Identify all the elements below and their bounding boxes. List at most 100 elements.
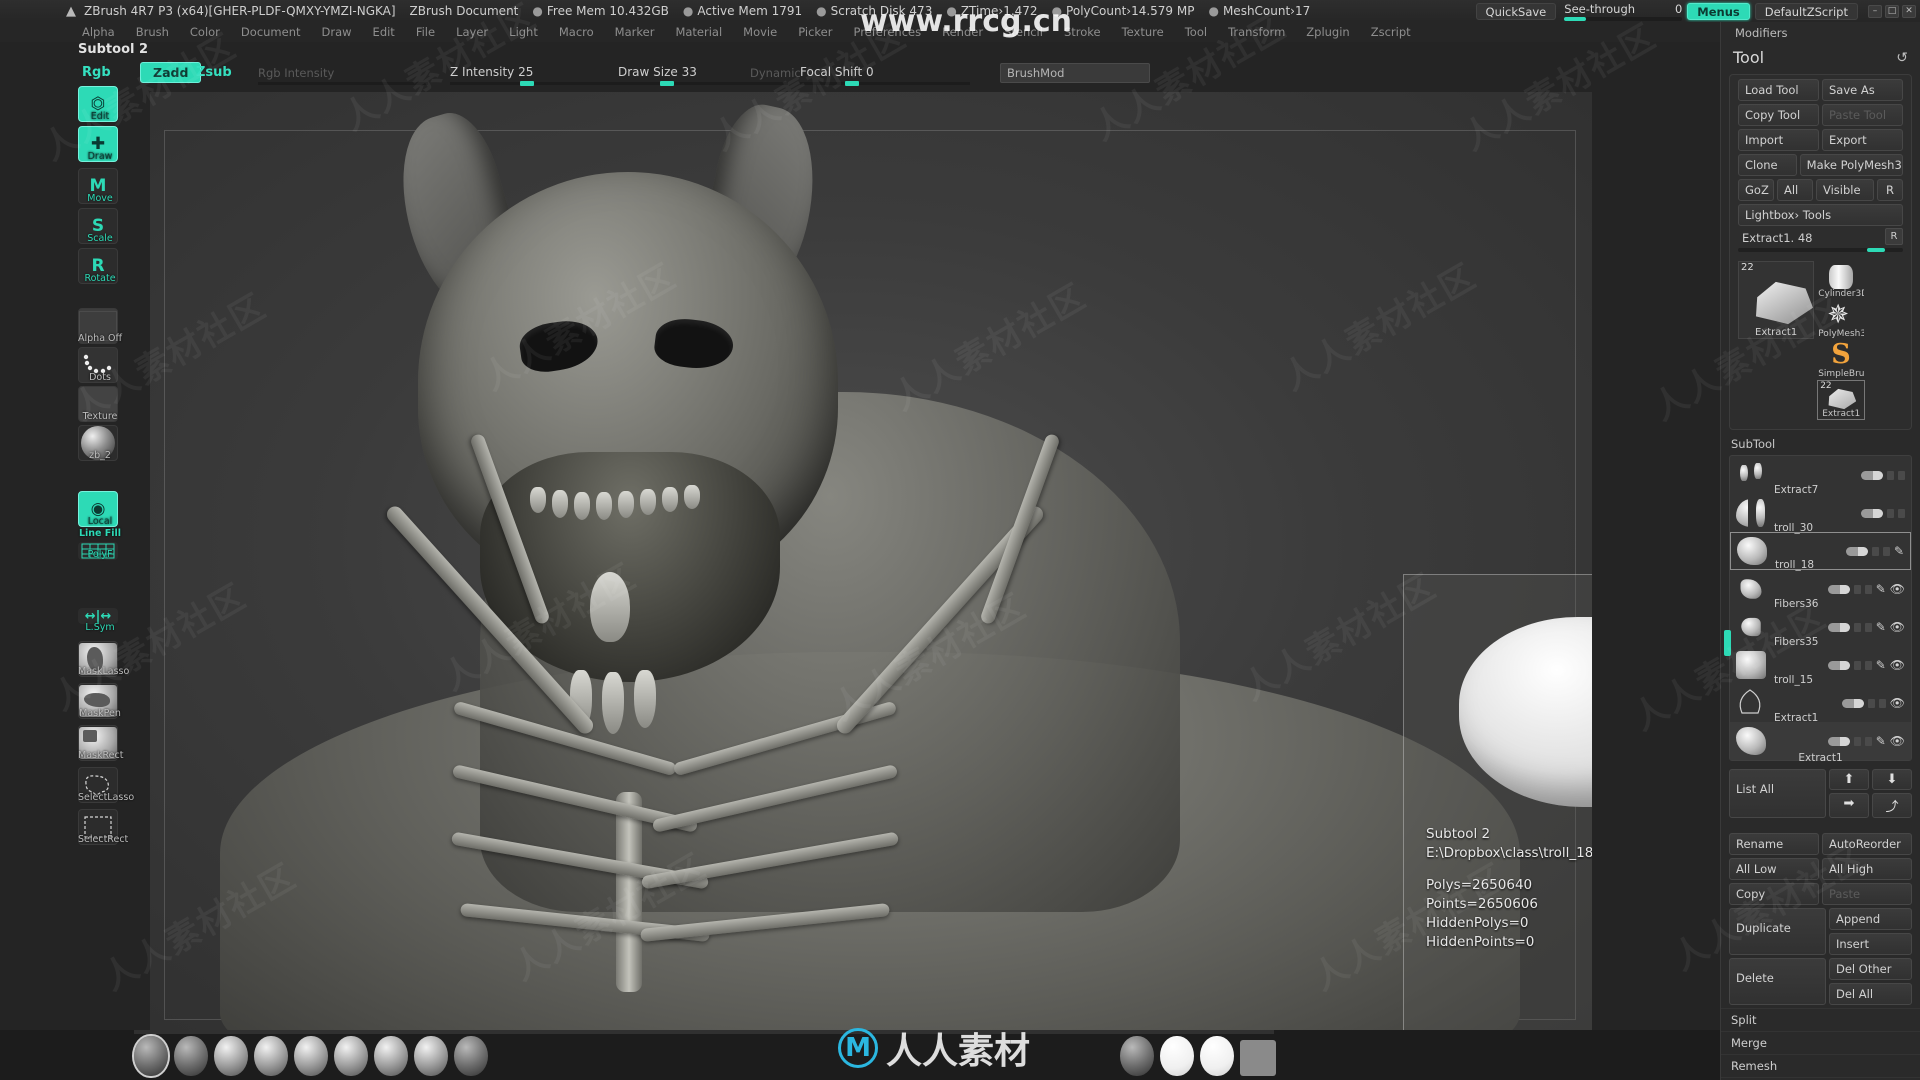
tool-thumb-extract1[interactable]: 22 Extract1: [1817, 380, 1866, 420]
zsub-toggle[interactable]: Zsub: [196, 65, 232, 80]
menu-item-file[interactable]: File: [416, 25, 435, 39]
tool-thumb-polymesh3d[interactable]: ✵ PolyMesh3: [1818, 301, 1864, 339]
material-swatch-row[interactable]: [132, 1034, 1276, 1078]
tool-selectrect[interactable]: SelectRect: [78, 809, 128, 845]
maximize-button[interactable]: □: [1885, 4, 1899, 18]
subtool-row-fibers35[interactable]: ✎ 👁 Fibers35: [1730, 608, 1911, 648]
menu-item-document[interactable]: Document: [241, 25, 301, 39]
subtool-flag[interactable]: [1864, 622, 1872, 632]
menu-item-render[interactable]: Render: [942, 25, 983, 39]
material-swatch[interactable]: [454, 1036, 488, 1076]
brushmod-field[interactable]: BrushMod: [1000, 63, 1150, 83]
menu-item-material[interactable]: Material: [675, 25, 722, 39]
subtool-row-extract7[interactable]: Extract7: [1730, 456, 1911, 496]
extract-r-button[interactable]: R: [1885, 228, 1903, 245]
subtool-order-controls[interactable]: List All ⬆ ⬇ ➡ ⤴: [1721, 763, 1920, 821]
tool-edit[interactable]: ⏣ Edit: [78, 86, 122, 122]
paint-brush-icon[interactable]: ✎: [1894, 544, 1904, 558]
clone-button[interactable]: Clone: [1738, 154, 1797, 176]
all-button[interactable]: All: [1777, 179, 1813, 201]
material-swatch[interactable]: [1120, 1036, 1154, 1076]
list-all-button[interactable]: List All: [1729, 769, 1826, 818]
subtool-flag[interactable]: [1864, 584, 1872, 594]
tool-stroke[interactable]: Dots: [78, 347, 122, 383]
focal-shift-knob[interactable]: [845, 81, 859, 86]
left-toolbar[interactable]: ⏣ Edit ✚ Draw M Move S Scale R Rotate Al…: [78, 86, 134, 1046]
move-right-button[interactable]: ➡: [1829, 793, 1869, 818]
save-as-button[interactable]: Save As: [1822, 79, 1903, 101]
menu-item-stroke[interactable]: Stroke: [1064, 25, 1101, 39]
visibility-toggle[interactable]: [1827, 584, 1850, 594]
menu-item-alpha[interactable]: Alpha: [82, 25, 115, 39]
menu-item-transform[interactable]: Transform: [1228, 25, 1285, 39]
material-swatch[interactable]: [254, 1036, 288, 1076]
focal-shift-slider-label[interactable]: Focal Shift 0: [800, 65, 874, 79]
z-intensity-slider-label[interactable]: Z Intensity 25: [450, 65, 533, 79]
export-button[interactable]: Export: [1822, 129, 1903, 151]
default-zscript-button[interactable]: DefaultZScript: [1754, 2, 1858, 20]
delete-button[interactable]: Delete: [1729, 958, 1826, 1005]
subtool-flag[interactable]: [1853, 584, 1861, 594]
draw-size-knob[interactable]: [660, 81, 674, 86]
subtool-flag[interactable]: [1887, 470, 1894, 480]
close-button[interactable]: ✕: [1902, 4, 1916, 18]
paint-brush-icon[interactable]: ✎: [1876, 734, 1886, 748]
tool-thumb-simplebrush[interactable]: S SimpleBru: [1818, 341, 1864, 379]
menus-button[interactable]: Menus: [1687, 2, 1750, 20]
material-swatch[interactable]: [294, 1036, 328, 1076]
visibility-toggle[interactable]: [1827, 660, 1850, 670]
tool-masklasso[interactable]: MaskLasso: [78, 641, 129, 677]
eye-icon[interactable]: 👁: [1890, 620, 1905, 634]
material-swatch[interactable]: [214, 1036, 248, 1076]
menu-item-zscript[interactable]: Zscript: [1371, 25, 1411, 39]
subtool-row-extract1-a[interactable]: 👁 Extract1: [1730, 684, 1911, 724]
tool-texture[interactable]: Texture: [78, 386, 122, 422]
tool-thumb-cylinder3d[interactable]: Cylinder3D: [1818, 261, 1864, 299]
subtool-flag[interactable]: [1898, 508, 1905, 518]
tool-selectlasso[interactable]: SelectLasso: [78, 767, 134, 803]
visibility-toggle[interactable]: [1841, 698, 1864, 708]
material-swatch[interactable]: [132, 1034, 170, 1078]
subtool-flag[interactable]: [1878, 698, 1886, 708]
material-swatch[interactable]: [334, 1036, 368, 1076]
tool-local[interactable]: ◉ Local: [78, 491, 122, 527]
menu-item-tool[interactable]: Tool: [1185, 25, 1207, 39]
subtool-flag[interactable]: [1853, 736, 1861, 746]
material-swatch[interactable]: [374, 1036, 408, 1076]
eye-icon[interactable]: 👁: [1890, 734, 1905, 748]
tool-scale[interactable]: S Scale: [78, 208, 122, 244]
material-swatch[interactable]: [1200, 1036, 1234, 1076]
rgb-intensity-slider-label[interactable]: Rgb Intensity: [258, 66, 334, 80]
tool-draw[interactable]: ✚ Draw: [78, 126, 122, 162]
visibility-toggle[interactable]: [1827, 622, 1850, 632]
subtool-row-troll30[interactable]: troll_30: [1730, 494, 1911, 534]
menu-item-picker[interactable]: Picker: [798, 25, 832, 39]
copy-tool-button[interactable]: Copy Tool: [1738, 104, 1819, 126]
subtool-flag[interactable]: [1867, 698, 1875, 708]
tool-maskrect[interactable]: MaskRect: [78, 725, 123, 761]
all-high-button[interactable]: All High: [1822, 858, 1912, 880]
tool-line-fill[interactable]: Line Fill: [78, 528, 122, 539]
tool-thumbnails[interactable]: 22 Extract1 Cylinder3D ✵ PolyMesh3 S Sim…: [1730, 258, 1911, 425]
menu-item-draw[interactable]: Draw: [322, 25, 352, 39]
menu-item-marker[interactable]: Marker: [615, 25, 655, 39]
subtool-flag[interactable]: [1864, 660, 1872, 670]
quicksave-button[interactable]: QuickSave: [1475, 2, 1557, 20]
menu-item-texture[interactable]: Texture: [1122, 25, 1164, 39]
append-button[interactable]: Append: [1829, 908, 1912, 930]
make-polymesh3d-button[interactable]: Make PolyMesh3D: [1799, 154, 1903, 176]
subtool-flag[interactable]: [1871, 546, 1879, 556]
r-button[interactable]: R: [1877, 179, 1903, 201]
menu-item-edit[interactable]: Edit: [373, 25, 395, 39]
insert-button[interactable]: Insert: [1829, 933, 1912, 955]
menu-bar[interactable]: Alpha Brush Color Document Draw Edit Fil…: [0, 22, 1920, 42]
split-menu-item[interactable]: Split: [1721, 1008, 1920, 1031]
material-swatch[interactable]: [1240, 1040, 1276, 1076]
del-all-button[interactable]: Del All: [1829, 983, 1912, 1005]
material-swatch[interactable]: [414, 1036, 448, 1076]
visibility-toggle[interactable]: [1827, 736, 1850, 746]
tool-alpha[interactable]: Alpha Off: [78, 308, 122, 344]
menu-item-stencil[interactable]: Stencil: [1004, 25, 1043, 39]
subtool-flag[interactable]: [1898, 470, 1905, 480]
del-other-button[interactable]: Del Other: [1829, 958, 1912, 980]
